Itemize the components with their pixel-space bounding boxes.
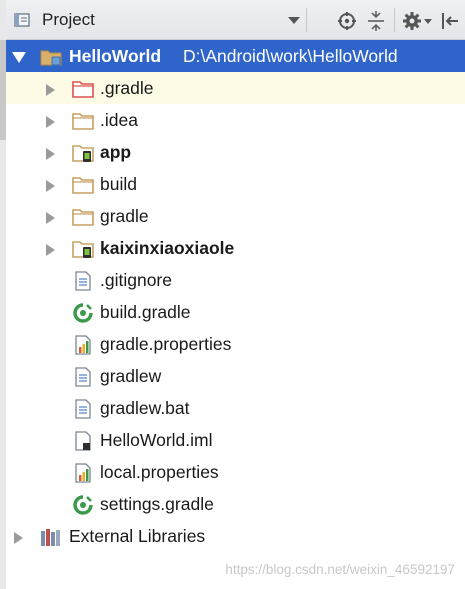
tree-item-label: gradlew.bat bbox=[100, 398, 190, 418]
tree-item-idea[interactable]: .idea bbox=[6, 104, 465, 136]
module-folder-icon bbox=[72, 143, 94, 163]
tree-item-label: settings.gradle bbox=[100, 494, 214, 514]
tree-item-app[interactable]: app bbox=[6, 136, 465, 168]
tree-item-label: build bbox=[100, 174, 137, 194]
hide-panel-icon[interactable] bbox=[440, 11, 460, 31]
tree-item-label: gradle.properties bbox=[100, 334, 232, 354]
project-toolbar: Project bbox=[6, 0, 465, 40]
project-root-name: HelloWorld bbox=[69, 46, 162, 66]
folder-icon bbox=[72, 111, 94, 131]
iml-file-icon bbox=[72, 431, 94, 451]
tree-item-label: kaixinxiaoxiaole bbox=[100, 238, 235, 258]
expand-arrow-icon[interactable] bbox=[14, 532, 23, 544]
expand-arrow-icon[interactable] bbox=[46, 180, 55, 192]
tree-item-local-properties[interactable]: local.properties bbox=[6, 456, 465, 488]
properties-file-icon bbox=[72, 463, 94, 483]
library-icon bbox=[40, 527, 62, 547]
tree-item-label: gradle bbox=[100, 206, 149, 226]
gradle-file-icon bbox=[72, 303, 94, 323]
view-selector-label[interactable]: Project bbox=[42, 10, 95, 30]
collapse-arrow-icon[interactable] bbox=[12, 52, 26, 63]
tree-item-build-gradle[interactable]: build.gradle bbox=[6, 296, 465, 328]
project-tree: HelloWorld D:\Android\work\HelloWorld .g… bbox=[6, 40, 465, 552]
collapse-all-icon[interactable] bbox=[366, 11, 386, 31]
folder-icon bbox=[72, 207, 94, 227]
tree-item-label: build.gradle bbox=[100, 302, 191, 322]
tree-item-gradle-properties[interactable]: gradle.properties bbox=[6, 328, 465, 360]
expand-arrow-icon[interactable] bbox=[46, 244, 55, 256]
tree-item-label: External Libraries bbox=[69, 526, 206, 546]
tree-item-gitignore[interactable]: .gitignore bbox=[6, 264, 465, 296]
expand-arrow-icon[interactable] bbox=[46, 116, 55, 128]
project-folder-icon bbox=[40, 47, 62, 67]
properties-file-icon bbox=[72, 335, 94, 355]
tree-item-kaixinxiaoxiaole[interactable]: kaixinxiaoxiaole bbox=[6, 232, 465, 264]
text-file-icon bbox=[72, 367, 94, 387]
excluded-folder-icon bbox=[72, 79, 94, 99]
gradle-file-icon bbox=[72, 495, 94, 515]
tree-item-gradle-dir[interactable]: .gradle bbox=[6, 72, 465, 104]
tree-item-build[interactable]: build bbox=[6, 168, 465, 200]
tree-item-settings-gradle[interactable]: settings.gradle bbox=[6, 488, 465, 520]
chevron-down-icon[interactable] bbox=[288, 17, 300, 24]
tree-item-label: .idea bbox=[100, 110, 138, 130]
locate-icon[interactable] bbox=[337, 11, 357, 31]
tree-item-gradlew-bat[interactable]: gradlew.bat bbox=[6, 392, 465, 424]
tree-item-label: .gradle bbox=[100, 78, 154, 98]
gear-icon[interactable] bbox=[402, 11, 434, 31]
module-folder-icon bbox=[72, 239, 94, 259]
expand-arrow-icon[interactable] bbox=[46, 84, 55, 96]
project-root-path: D:\Android\work\HelloWorld bbox=[183, 46, 398, 66]
tree-item-helloworld-iml[interactable]: HelloWorld.iml bbox=[6, 424, 465, 456]
tree-item-gradle[interactable]: gradle bbox=[6, 200, 465, 232]
tree-item-label: app bbox=[100, 142, 132, 162]
expand-arrow-icon[interactable] bbox=[46, 148, 55, 160]
toolbar-divider bbox=[306, 8, 307, 32]
expand-arrow-icon[interactable] bbox=[46, 212, 55, 224]
tree-item-label: HelloWorld.iml bbox=[100, 430, 213, 450]
tree-item-gradlew[interactable]: gradlew bbox=[6, 360, 465, 392]
tree-item-label: .gitignore bbox=[100, 270, 172, 290]
tree-item-label: gradlew bbox=[100, 366, 162, 386]
text-file-icon bbox=[72, 399, 94, 419]
watermark-text: https://blog.csdn.net/weixin_46592197 bbox=[225, 562, 455, 577]
folder-icon bbox=[72, 175, 94, 195]
text-file-icon bbox=[72, 271, 94, 291]
project-view-icon bbox=[14, 12, 30, 28]
tree-item-label: local.properties bbox=[100, 462, 219, 482]
tree-item-external-libraries[interactable]: External Libraries bbox=[6, 520, 465, 552]
tree-root-helloworld[interactable]: HelloWorld D:\Android\work\HelloWorld bbox=[6, 40, 465, 72]
toolbar-divider bbox=[394, 8, 395, 32]
